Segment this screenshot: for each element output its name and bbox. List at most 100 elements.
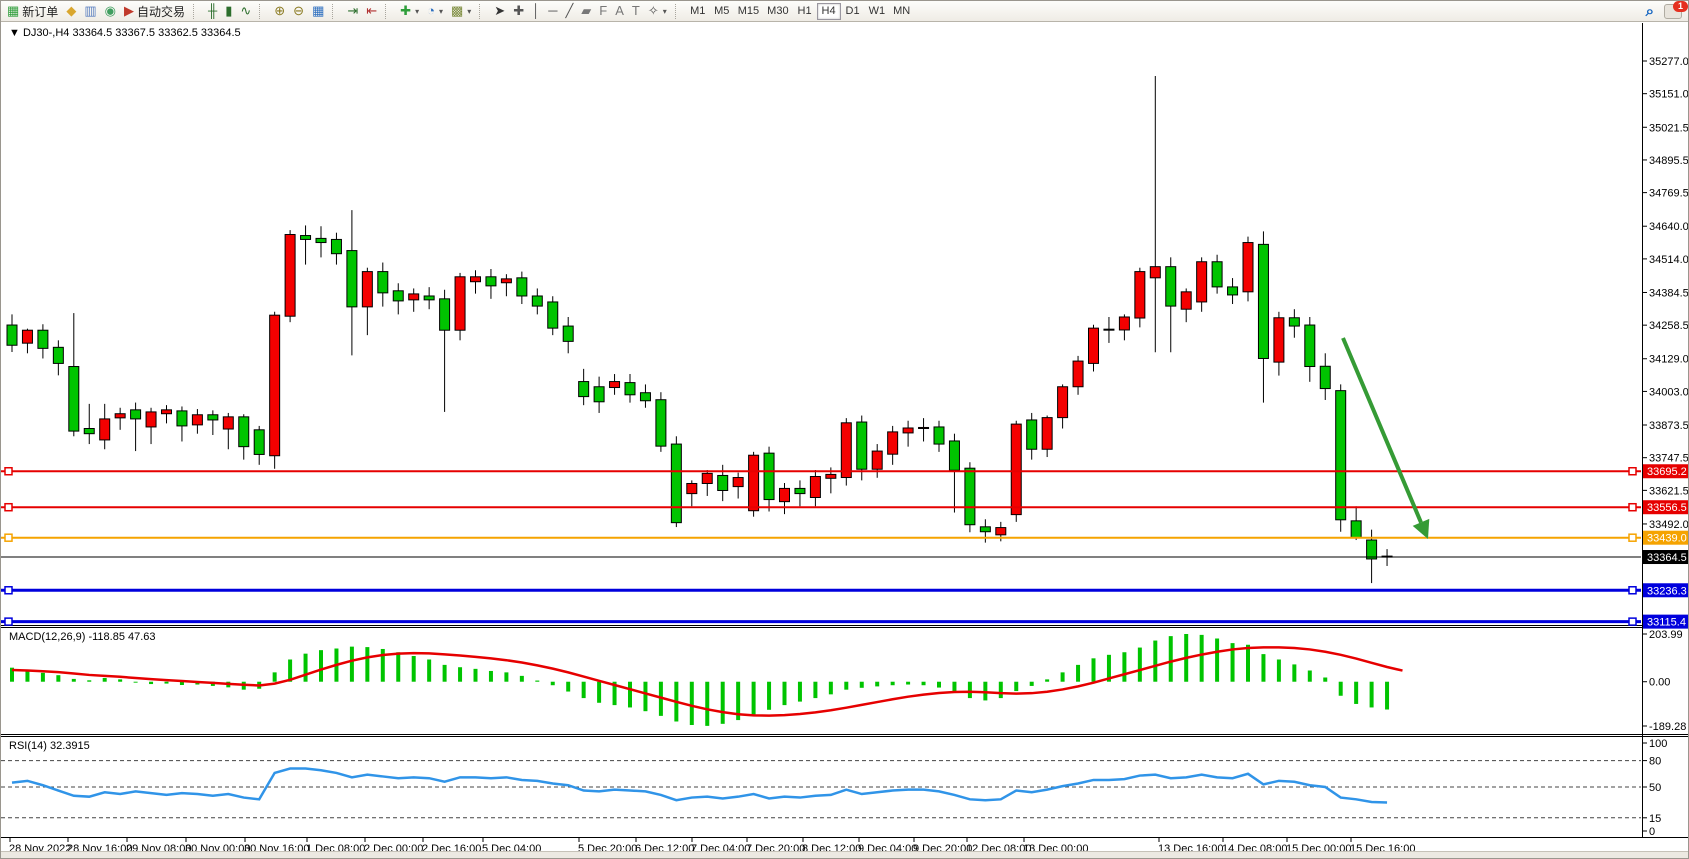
crosshair-icon: ✚ xyxy=(513,2,524,20)
equidistant-channel-icon: ▰ xyxy=(581,2,591,20)
svg-text:35277.0: 35277.0 xyxy=(1649,56,1689,68)
toolbar-separator xyxy=(675,4,683,19)
timeframe-mn-button[interactable]: MN xyxy=(889,3,914,20)
timeframe-d1-button[interactable]: D1 xyxy=(841,3,865,20)
macd-label: MACD(12,26,9) -118.85 47.63 xyxy=(9,631,156,643)
dropdown-arrow-icon: ▾ xyxy=(467,7,471,16)
text-label-tool[interactable]: T xyxy=(628,1,644,21)
svg-text:33492.0: 33492.0 xyxy=(1649,519,1689,531)
vertical-line-icon: │ xyxy=(532,2,540,20)
bar-chart-button[interactable]: ╫ xyxy=(204,1,221,21)
market-watch-icon: ▥ xyxy=(84,2,96,20)
candlestick-button[interactable]: ▮ xyxy=(221,1,236,21)
market-watch-button[interactable]: ▥ xyxy=(80,1,100,21)
vertical-line-tool[interactable]: │ xyxy=(528,1,544,21)
terminal-window: ▦新订单◆▥◉▶自动交易╫▮∿⊕⊖▦⇥⇤✚▾◔▾▩▾➤✚│─╱▰FAT✧▾M1M… xyxy=(0,0,1689,859)
templates-button[interactable]: ▩▾ xyxy=(447,1,475,21)
svg-text:203.99: 203.99 xyxy=(1649,629,1683,641)
chart-shift-icon: ⇤ xyxy=(366,2,377,20)
status-strip xyxy=(1,851,1689,858)
svg-text:-189.28: -189.28 xyxy=(1649,721,1686,733)
timeframe-m1-button[interactable]: M1 xyxy=(686,3,710,20)
price-chart[interactable]: 35277.035151.035021.534895.534769.534640… xyxy=(1,22,1689,854)
zoom-in-icon: ⊕ xyxy=(274,2,285,20)
timeframe-h4-button[interactable]: H4 xyxy=(817,3,841,20)
price-scale[interactable]: 35277.035151.035021.534895.534769.534640… xyxy=(1643,56,1689,629)
templates-icon: ▩ xyxy=(451,2,463,20)
arrows-tool[interactable]: ✧▾ xyxy=(644,1,671,21)
svg-text:35151.0: 35151.0 xyxy=(1649,89,1689,101)
timeframe-h1-button[interactable]: H1 xyxy=(793,3,817,20)
auto-scroll-icon: ⇥ xyxy=(347,2,358,20)
cursor-tool[interactable]: ➤ xyxy=(490,1,509,21)
chart-window[interactable]: 35277.035151.035021.534895.534769.534640… xyxy=(1,22,1689,854)
tick-chart-button[interactable]: ◆ xyxy=(62,1,80,21)
symbol-info: ▼ DJ30-,H4 33364.5 33367.5 33362.5 33364… xyxy=(9,27,241,39)
tile-windows-button[interactable]: ▦ xyxy=(308,1,328,21)
horizontal-line-tool[interactable]: ─ xyxy=(544,1,561,21)
svg-text:33556.5: 33556.5 xyxy=(1647,502,1687,514)
search-icon[interactable]: ⌕ xyxy=(1646,3,1654,20)
timeframe-m15-button[interactable]: M15 xyxy=(734,3,763,20)
trendline-icon: ╱ xyxy=(565,2,573,20)
chat-icon[interactable]: 1 xyxy=(1664,4,1682,19)
line-chart-button[interactable]: ∿ xyxy=(236,1,255,21)
svg-text:0.00: 0.00 xyxy=(1649,677,1670,689)
chart-shift-button[interactable]: ⇤ xyxy=(362,1,381,21)
timeframe-m30-button[interactable]: M30 xyxy=(763,3,792,20)
autotrading-button[interactable]: ▶自动交易 xyxy=(120,1,189,21)
timeframe-m5-button[interactable]: M5 xyxy=(710,3,734,20)
trendline-tool[interactable]: ╱ xyxy=(561,1,577,21)
new-order-button-label: 新订单 xyxy=(22,3,58,20)
signals-button[interactable]: ◉ xyxy=(101,1,120,21)
bar-chart-icon: ╫ xyxy=(208,2,217,20)
new-order-button[interactable]: ▦新订单 xyxy=(3,1,62,21)
toolbar-separator xyxy=(259,4,267,19)
svg-text:33115.4: 33115.4 xyxy=(1647,617,1686,629)
indicators-icon: ✚ xyxy=(400,2,411,20)
candlestick-icon: ▮ xyxy=(225,2,232,20)
rsi-label: RSI(14) 32.3915 xyxy=(9,740,90,752)
toolbar-separator xyxy=(332,4,340,19)
text-icon: A xyxy=(615,2,624,20)
line-chart-icon: ∿ xyxy=(240,2,251,20)
svg-text:80: 80 xyxy=(1649,756,1661,768)
tick-chart-icon: ◆ xyxy=(66,2,76,20)
text-label-icon: T xyxy=(632,2,640,20)
rsi-panel[interactable]: 1008050150RSI(14) 32.3915 xyxy=(1,738,1667,838)
autotrading-icon: ▶ xyxy=(124,2,134,20)
svg-text:34514.0: 34514.0 xyxy=(1649,254,1689,266)
svg-text:33873.5: 33873.5 xyxy=(1649,420,1689,432)
svg-text:35021.5: 35021.5 xyxy=(1649,122,1689,134)
svg-text:▼ DJ30-,H4 33364.5 33367.5 33: ▼ DJ30-,H4 33364.5 33367.5 33362.5 33364… xyxy=(9,27,241,39)
periods-icon: ◔ xyxy=(427,2,435,20)
zoom-out-button[interactable]: ⊖ xyxy=(289,1,308,21)
indicators-button[interactable]: ✚▾ xyxy=(396,1,423,21)
signals-icon: ◉ xyxy=(105,2,116,20)
dropdown-arrow-icon: ▾ xyxy=(439,7,443,16)
svg-text:33236.3: 33236.3 xyxy=(1647,585,1687,597)
svg-text:34640.0: 34640.0 xyxy=(1649,221,1689,233)
svg-text:34129.0: 34129.0 xyxy=(1649,354,1689,366)
zoom-in-button[interactable]: ⊕ xyxy=(270,1,289,21)
toolbar-separator xyxy=(193,4,201,19)
timeframe-w1-button[interactable]: W1 xyxy=(865,3,890,20)
dropdown-arrow-icon: ▾ xyxy=(663,7,667,16)
crosshair-tool[interactable]: ✚ xyxy=(509,1,528,21)
new-order-icon: ▦ xyxy=(7,2,19,20)
auto-scroll-button[interactable]: ⇥ xyxy=(343,1,362,21)
svg-text:15: 15 xyxy=(1649,813,1661,825)
svg-text:34003.0: 34003.0 xyxy=(1649,386,1689,398)
fibonacci-tool[interactable]: F xyxy=(595,1,611,21)
equidistant-channel-tool[interactable]: ▰ xyxy=(577,1,595,21)
macd-panel[interactable]: 203.99 0.00 -189.28 MACD(12,26,9) -118.85 4… xyxy=(9,629,1686,733)
periods-button[interactable]: ◔▾ xyxy=(423,1,447,21)
horizontal-lines[interactable] xyxy=(1,468,1641,625)
arrows-icon: ✧ xyxy=(648,2,659,20)
toolbar-separator xyxy=(385,4,393,19)
svg-text:100: 100 xyxy=(1649,738,1667,750)
svg-text:33695.2: 33695.2 xyxy=(1647,466,1687,478)
text-tool[interactable]: A xyxy=(611,1,628,21)
toolbar-separator xyxy=(479,4,487,19)
svg-text:0: 0 xyxy=(1649,826,1655,838)
